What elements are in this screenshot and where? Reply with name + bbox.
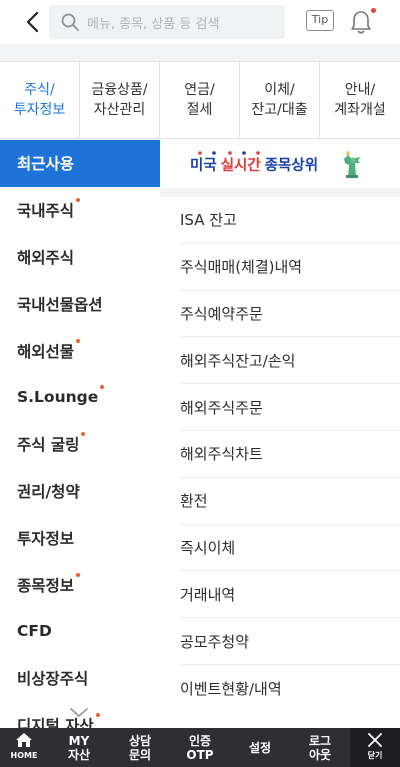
home-button[interactable]: HOME <box>0 728 48 767</box>
banner-text-top-stocks: 종목상위 <box>264 157 319 174</box>
banner-divider <box>160 188 400 197</box>
notification-button[interactable] <box>349 8 373 36</box>
sidebar-item-label: 해외주식 <box>17 248 75 267</box>
sidebar-item-label: 국내주식 <box>17 202 75 221</box>
sidebar-item-rights-subscription[interactable]: 권리/청약 <box>0 468 160 515</box>
tab-label: 주식/ 투자정보 <box>13 82 66 118</box>
sidebar-item-label: 권리/청약 <box>17 482 80 501</box>
sidebar-item-label: CFD <box>17 622 52 641</box>
tab-label: 연금/ 절세 <box>184 82 215 118</box>
tab-label: 이체/ 잔고/대출 <box>251 82 308 118</box>
list-item[interactable]: 공모주청약 <box>180 618 400 665</box>
my-assets-button[interactable]: MY 자산 <box>48 728 110 767</box>
close-icon <box>368 733 382 747</box>
list-item[interactable]: 즉시이체 <box>180 525 400 572</box>
sidebar-item-recent[interactable]: 최근사용 <box>0 140 160 187</box>
sidebar-item-label: S.Lounge <box>17 388 99 407</box>
header-divider <box>0 44 400 61</box>
bottom-bar: HOME MY 자산 상담 문의 인증 OTP 설정 로그 아웃 닫기 <box>0 728 400 767</box>
tab-guide-account[interactable]: 안내/ 계좌개설 <box>320 62 400 138</box>
sidebar: 최근사용 국내주식 해외주식 국내선물옵션 해외선물 S.Lounge 주식 굴… <box>0 140 160 728</box>
new-badge-dot <box>76 198 81 203</box>
recent-menu-list: ISA 잔고 주식매매(체결)내역 주식예약주문 해외주식잔고/손익 해외주식주… <box>160 197 400 712</box>
list-item[interactable]: 주식예약주문 <box>180 291 400 338</box>
sidebar-item-label: 해외선물 <box>17 342 75 361</box>
search-input[interactable]: 메뉴, 종목, 상품 등 검색 <box>49 5 285 39</box>
list-item[interactable]: 환전 <box>180 478 400 525</box>
search-icon <box>61 13 79 31</box>
sidebar-item-overseas-futures[interactable]: 해외선물 <box>0 327 160 374</box>
tab-transfer-balance-loan[interactable]: 이체/ 잔고/대출 <box>240 62 320 138</box>
sidebar-item-domestic-stock[interactable]: 국내주식 <box>0 187 160 234</box>
new-badge-dot <box>81 432 86 437</box>
sidebar-item-label: 주식 굴링 <box>17 436 80 455</box>
new-badge-dot <box>76 572 81 577</box>
list-item[interactable]: 해외주식차트 <box>180 431 400 478</box>
bell-icon <box>351 11 371 34</box>
sidebar-item-stock-gulling[interactable]: 주식 굴링 <box>0 421 160 468</box>
scroll-down-chevron-icon[interactable] <box>68 706 90 720</box>
tab-financial-products[interactable]: 금융상품/ 자산관리 <box>80 62 160 138</box>
category-tabs: 주식/ 투자정보 금융상품/ 자산관리 연금/ 절세 이체/ 잔고/대출 안내/… <box>0 61 400 139</box>
list-item[interactable]: 주식매매(체결)내역 <box>180 244 400 291</box>
home-icon <box>16 733 32 747</box>
new-badge-dot <box>95 712 100 717</box>
notification-badge <box>371 8 376 13</box>
sidebar-item-label: 종목정보 <box>17 576 75 595</box>
home-label: HOME <box>10 751 38 760</box>
tab-pension-tax[interactable]: 연금/ 절세 <box>160 62 240 138</box>
sidebar-item-cfd[interactable]: CFD <box>0 608 160 655</box>
sidebar-item-unlisted-stock[interactable]: 비상장주식 <box>0 655 160 702</box>
sidebar-item-stock-info[interactable]: 종목정보 <box>0 561 160 608</box>
settings-button[interactable]: 설정 <box>230 728 290 767</box>
tab-stock-investment[interactable]: 주식/ 투자정보 <box>0 62 80 138</box>
recent-menu-panel: 미국 실시간 종목상위 ISA 잔고 주식매매(체결)내역 주식예약주문 해외주… <box>160 140 400 728</box>
list-item[interactable]: 해외주식주문 <box>180 384 400 431</box>
sidebar-item-investment-info[interactable]: 투자정보 <box>0 514 160 561</box>
tab-label: 금융상품/ 자산관리 <box>91 82 148 118</box>
statue-of-liberty-icon <box>344 150 360 178</box>
new-badge-dot <box>100 385 105 390</box>
sidebar-item-label: 국내선물옵션 <box>17 295 103 314</box>
close-label: 닫기 <box>367 751 383 760</box>
logout-button[interactable]: 로그 아웃 <box>290 728 350 767</box>
new-badge-dot <box>76 338 81 343</box>
back-button[interactable] <box>20 8 46 36</box>
tip-button[interactable]: Tip <box>306 10 334 31</box>
sidebar-item-label: 최근사용 <box>17 155 75 174</box>
list-item[interactable]: ISA 잔고 <box>180 197 400 244</box>
sidebar-item-domestic-futures[interactable]: 국내선물옵션 <box>0 280 160 327</box>
header: 메뉴, 종목, 상품 등 검색 Tip <box>0 0 400 44</box>
sidebar-item-slounge[interactable]: S.Lounge <box>0 374 160 421</box>
list-item[interactable]: 거래내역 <box>180 571 400 619</box>
tab-label: 안내/ 계좌개설 <box>334 82 386 118</box>
list-item[interactable]: 해외주식잔고/손익 <box>180 337 400 385</box>
stars-decoration-icon <box>198 151 260 155</box>
close-button[interactable]: 닫기 <box>350 728 400 767</box>
sidebar-item-label: 비상장주식 <box>17 670 89 689</box>
search-placeholder: 메뉴, 종목, 상품 등 검색 <box>87 17 220 32</box>
list-item[interactable]: 이벤트현황/내역 <box>180 665 400 712</box>
sidebar-item-label: 투자정보 <box>17 529 75 548</box>
sidebar-item-overseas-stock[interactable]: 해외주식 <box>0 234 160 281</box>
consult-button[interactable]: 상담 문의 <box>110 728 170 767</box>
us-realtime-top-banner[interactable]: 미국 실시간 종목상위 <box>160 140 400 188</box>
chevron-left-icon <box>26 11 39 33</box>
otp-button[interactable]: 인증 OTP <box>170 728 230 767</box>
